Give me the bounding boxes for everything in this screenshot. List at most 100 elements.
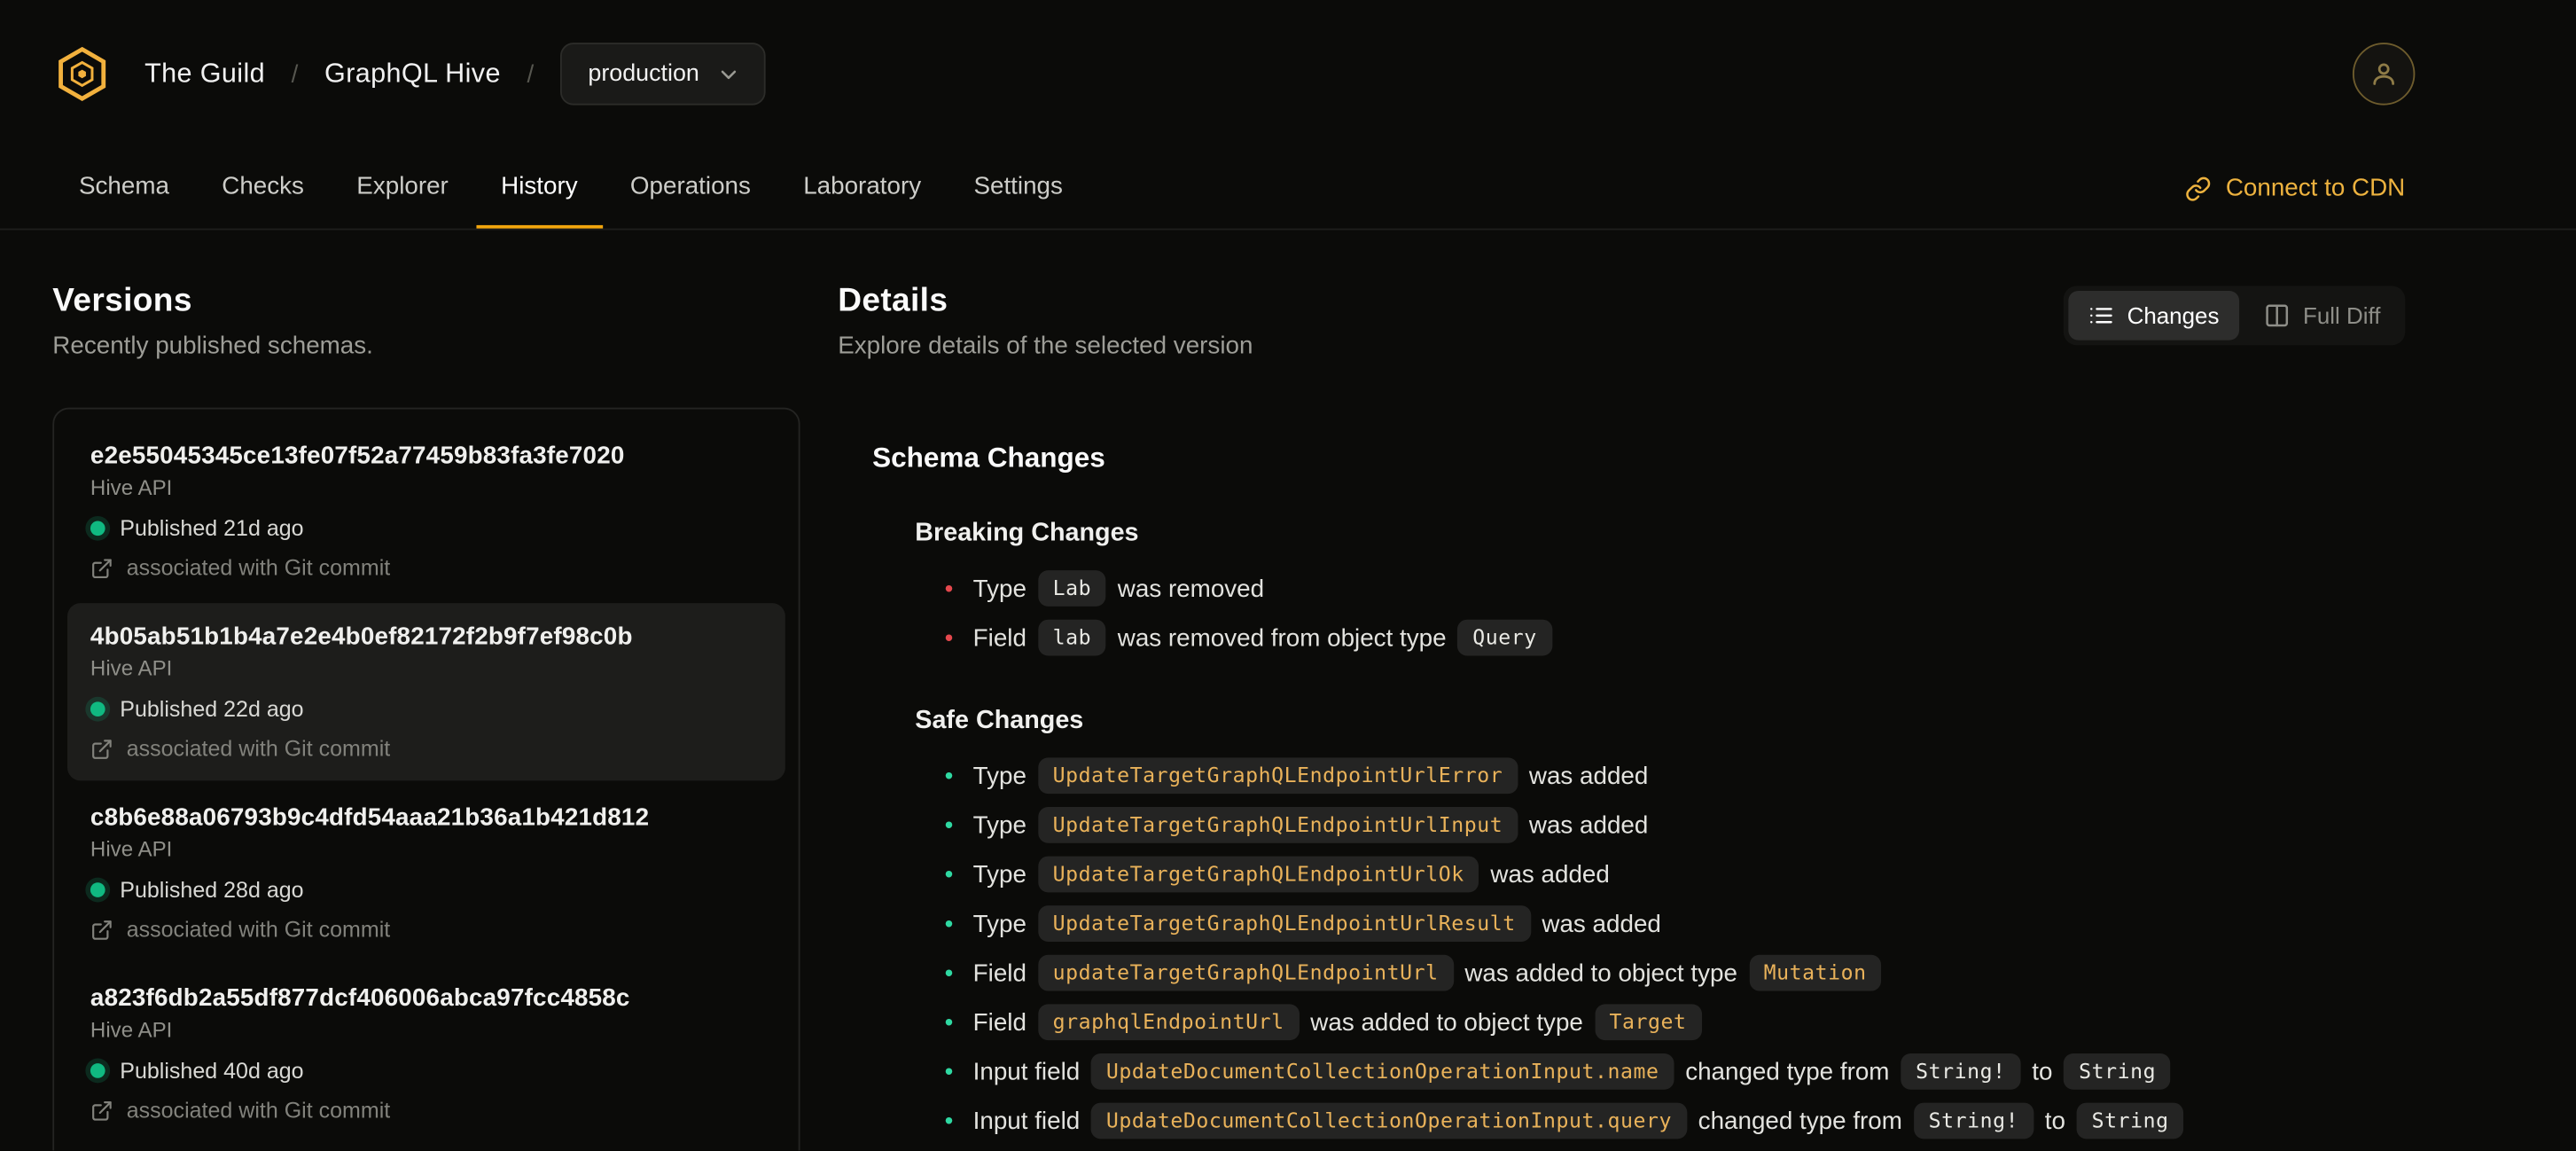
published-status-dot	[90, 521, 105, 536]
safe-changes-list: Type UpdateTargetGraphQLEndpointUrlError w…	[945, 751, 2406, 1146]
changes-toggle-button[interactable]: Changes	[2067, 291, 2239, 341]
git-commit-label: associated with Git commit	[126, 917, 391, 942]
tab-operations[interactable]: Operations	[605, 148, 776, 229]
change-row: Field updateTargetGraphQLEndpointUrl was a…	[945, 948, 2406, 998]
code-chip: UpdateTargetGraphQLEndpointUrlError	[1037, 757, 1518, 795]
tab-schema[interactable]: Schema	[54, 148, 194, 229]
version-service: Hive API	[90, 474, 173, 500]
git-commit-label: associated with Git commit	[126, 736, 391, 762]
code-chip: String	[2064, 1053, 2171, 1090]
version-git-row[interactable]: associated with Git commit	[90, 917, 762, 942]
version-list-item[interactable]: a823f6db2a55df877dcf406006abca97fcc4858c…	[67, 965, 785, 1142]
version-git-row[interactable]: associated with Git commit	[90, 736, 762, 761]
change-text: Type	[972, 909, 1026, 938]
breadcrumb-org[interactable]: The Guild	[144, 59, 265, 90]
code-chip: UpdateTargetGraphQLEndpointUrlResult	[1037, 905, 1531, 942]
git-commit-label: associated with Git commit	[126, 555, 391, 581]
code-chip: String!	[1913, 1102, 2033, 1139]
code-chip: lab	[1037, 619, 1106, 656]
changes-toggle-label: Changes	[2127, 302, 2220, 329]
version-hash: c8b6e88a06793b9c4dfd54aaa21b36a1b421d812	[90, 803, 650, 832]
version-published-row: Published 28d ago	[90, 877, 762, 903]
versions-panel: Versions Recently published schemas. e2e…	[52, 283, 800, 1151]
published-status-dot	[90, 882, 105, 897]
code-chip: UpdateDocumentCollectionOperationInput.q…	[1091, 1102, 1687, 1139]
version-list-item[interactable]: 4b05ab51b1b4a7e2e4b0ef82172f2b9f7ef98c0b…	[66, 603, 785, 781]
code-chip: Lab	[1037, 570, 1106, 607]
version-service: Hive API	[90, 1017, 173, 1043]
tab-settings[interactable]: Settings	[949, 148, 1088, 229]
header: The Guild / GraphQL Hive / production	[0, 0, 2576, 148]
version-published-label: Published 28d ago	[120, 877, 304, 903]
schema-changes-title: Schema Changes	[872, 442, 1105, 474]
change-text: was added to object type	[1310, 1008, 1583, 1037]
tab-history[interactable]: History	[476, 148, 603, 229]
target-selector-value: production	[588, 60, 699, 88]
version-published-row: Published 21d ago	[90, 516, 762, 541]
safe-changes-group: Safe Changes Type UpdateTargetGraphQLEndp…	[915, 707, 2405, 1146]
code-chip: UpdateTargetGraphQLEndpointUrlOk	[1037, 856, 1479, 893]
change-text: was added	[1542, 909, 1661, 938]
change-text: changed type from	[1685, 1057, 1890, 1086]
code-chip: Target	[1594, 1004, 1702, 1041]
git-commit-label: associated with Git commit	[126, 1098, 391, 1123]
breaking-changes-title: Breaking Changes	[915, 519, 1139, 548]
version-hash: a823f6db2a55df877dcf406006abca97fcc4858c	[90, 984, 630, 1013]
version-published-label: Published 22d ago	[120, 696, 304, 722]
details-subtitle: Explore details of the selected version	[838, 332, 1253, 360]
version-list-item[interactable]: e2e55045345ce13fe07f52a77459b83fa3fe7020…	[67, 422, 785, 599]
breadcrumb-separator: /	[291, 59, 299, 89]
versions-title: Versions	[52, 282, 192, 319]
list-icon	[2089, 308, 2112, 324]
details-title: Details	[838, 282, 948, 319]
change-text: changed type from	[1698, 1107, 1902, 1135]
change-row: Type Lab was removed	[945, 564, 2406, 614]
tab-list: Schema Checks Explorer History Operations Lab…	[54, 148, 1090, 229]
change-text: Type	[972, 860, 1026, 889]
hive-logo-icon[interactable]	[52, 44, 112, 104]
change-text: Type	[972, 574, 1026, 603]
breadcrumb-project[interactable]: GraphQL Hive	[324, 59, 501, 90]
breaking-changes-list: Type Lab was removed Field lab was removed fr…	[945, 564, 2406, 662]
change-row: Field graphqlEndpointUrl was added to obje…	[945, 998, 2406, 1047]
version-hash: 4b05ab51b1b4a7e2e4b0ef82172f2b9f7ef98c0b	[90, 622, 633, 651]
version-published-label: Published 40d ago	[120, 1058, 304, 1084]
change-text: was added	[1528, 762, 1649, 790]
tab-explorer[interactable]: Explorer	[332, 148, 472, 229]
tab-bar: Schema Checks Explorer History Operations Lab…	[0, 148, 2576, 231]
change-text: was added to object type	[1464, 959, 1737, 987]
connect-to-cdn-link[interactable]: Connect to CDN	[2185, 148, 2405, 229]
user-icon	[2373, 63, 2394, 85]
change-text: Field	[972, 623, 1026, 652]
link-icon	[2185, 176, 2210, 200]
change-text: Input field	[972, 1057, 1081, 1086]
change-row: Type UpdateTargetGraphQLEndpointUrlInput w…	[945, 801, 2406, 850]
target-selector[interactable]: production	[559, 43, 766, 106]
change-row: Type UpdateTargetGraphQLEndpointUrlOk was …	[945, 850, 2406, 899]
version-git-row[interactable]: associated with Git commit	[90, 1098, 762, 1123]
published-status-dot	[90, 701, 105, 717]
code-chip: updateTargetGraphQLEndpointUrl	[1037, 954, 1454, 991]
version-git-row[interactable]: associated with Git commit	[90, 555, 762, 580]
tab-checks[interactable]: Checks	[197, 148, 328, 229]
code-chip: String	[2076, 1102, 2184, 1139]
change-text: to	[2044, 1107, 2065, 1135]
user-avatar-button[interactable]	[2352, 43, 2416, 106]
breadcrumb: The Guild / GraphQL Hive / production	[144, 43, 766, 106]
version-list-item[interactable]: c8b6e88a06793b9c4dfd54aaa21b36a1b421d812…	[67, 784, 785, 961]
change-row: Input field UpdateDocumentCollectionOpera…	[945, 1047, 2406, 1097]
view-toggle: Changes Full Diff	[2063, 286, 2406, 346]
details-panel: Details Explore details of the selected …	[838, 282, 2406, 1151]
full-diff-toggle-button[interactable]: Full Diff	[2244, 291, 2400, 341]
change-text: to	[2032, 1057, 2053, 1086]
code-chip: Query	[1457, 619, 1552, 656]
code-chip: graphqlEndpointUrl	[1037, 1004, 1300, 1041]
change-text: Field	[972, 1008, 1026, 1037]
tab-laboratory[interactable]: Laboratory	[778, 148, 946, 229]
external-link-icon	[92, 739, 112, 758]
change-text: Field	[972, 959, 1026, 987]
main-content: Versions Recently published schemas. e2e…	[0, 230, 2576, 1151]
version-published-row: Published 40d ago	[90, 1058, 762, 1084]
columns-icon	[2265, 304, 2288, 327]
version-hash: e2e55045345ce13fe07f52a77459b83fa3fe7020	[90, 442, 625, 471]
